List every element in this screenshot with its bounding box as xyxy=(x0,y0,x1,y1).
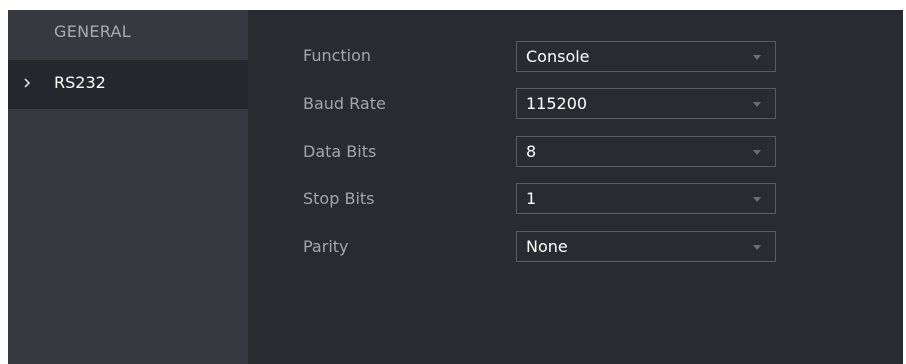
data-bits-label: Data Bits xyxy=(303,142,377,161)
function-select[interactable]: Console xyxy=(516,41,776,72)
sidebar-item-label: RS232 xyxy=(54,73,106,92)
data-bits-select[interactable]: 8 xyxy=(516,136,776,167)
parity-label: Parity xyxy=(303,237,349,256)
data-bits-value: 8 xyxy=(526,142,537,161)
caret-down-icon xyxy=(753,55,761,60)
baud-rate-select[interactable]: 115200 xyxy=(516,88,776,119)
function-value: Console xyxy=(526,47,590,66)
caret-down-icon xyxy=(753,197,761,202)
function-label: Function xyxy=(303,46,372,65)
parity-select[interactable]: None xyxy=(516,231,776,262)
settings-panel: GENERAL RS232 Function Console Baud Rate… xyxy=(8,10,903,364)
sidebar: GENERAL RS232 xyxy=(8,10,248,364)
stop-bits-label: Stop Bits xyxy=(303,189,375,208)
parity-value: None xyxy=(526,237,568,256)
sidebar-item-general[interactable]: GENERAL xyxy=(8,10,248,58)
stop-bits-value: 1 xyxy=(526,189,537,208)
baud-rate-value: 115200 xyxy=(526,94,588,113)
caret-down-icon xyxy=(753,150,761,155)
rs232-form: Function Console Baud Rate 115200 Data B… xyxy=(248,10,903,364)
caret-down-icon xyxy=(753,102,761,107)
stop-bits-select[interactable]: 1 xyxy=(516,183,776,214)
sidebar-item-label: GENERAL xyxy=(54,22,132,41)
chevron-right-icon xyxy=(24,78,30,88)
baud-rate-label: Baud Rate xyxy=(303,94,386,113)
sidebar-item-rs232[interactable]: RS232 xyxy=(8,60,248,109)
caret-down-icon xyxy=(753,245,761,250)
